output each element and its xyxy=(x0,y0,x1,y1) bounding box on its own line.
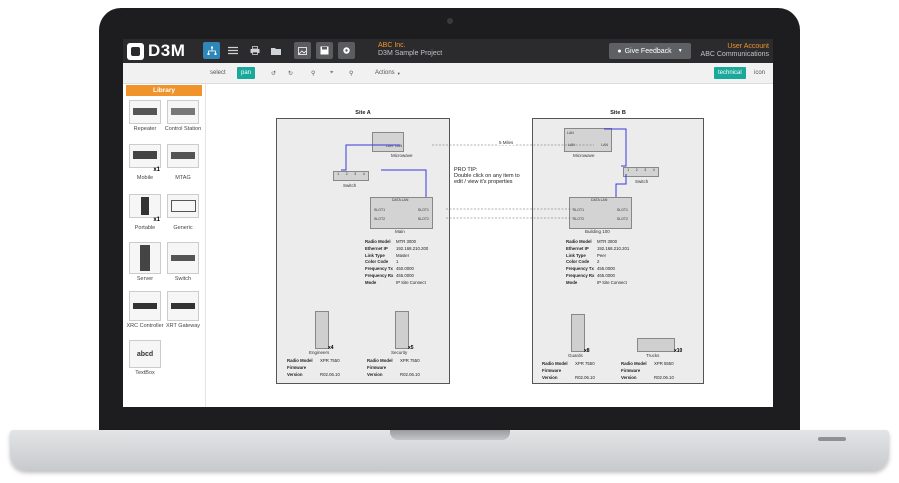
portable-icon: x1 xyxy=(129,194,161,223)
library-item-repeater[interactable]: Repeater xyxy=(126,100,164,132)
library-item-generic[interactable]: Generic xyxy=(164,194,202,231)
library-item-label: TextBox xyxy=(135,370,155,376)
company-name: ABC Inc. xyxy=(378,42,406,49)
select-tool[interactable]: select xyxy=(210,67,226,79)
library-item-mtag[interactable]: MTAG xyxy=(164,144,202,181)
save-icon[interactable] xyxy=(316,42,333,59)
mobile-icon: x1 xyxy=(129,144,161,173)
library-sidebar: Library Repeater Control Station x1 Mobi… xyxy=(123,84,206,407)
library-item-label: XRC Controller xyxy=(126,323,164,329)
caret-down-icon: ▼ xyxy=(396,70,401,76)
caret-down-icon: ▼ xyxy=(677,48,683,54)
laptop-indicator xyxy=(818,437,846,441)
feedback-label: Give Feedback xyxy=(624,47,672,55)
xrc-controller-icon xyxy=(129,291,161,321)
library-item-label: Repeater xyxy=(133,126,157,132)
library-item-label: Generic xyxy=(173,225,193,231)
zoom-out-icon[interactable]: ⚲ xyxy=(349,67,353,79)
pro-tip: PRO TIP: Double click on any item to edi… xyxy=(454,167,532,185)
logo-icon xyxy=(127,42,144,60)
repeater-icon xyxy=(129,100,161,124)
laptop-notch xyxy=(390,430,510,440)
image-icon[interactable] xyxy=(294,42,311,59)
app-logo[interactable]: D3M xyxy=(127,41,185,61)
mtag-icon xyxy=(167,144,199,168)
library-item-label: XRT Gateway xyxy=(165,323,201,329)
library-item-label: Control Station xyxy=(164,126,202,132)
redo-icon[interactable]: ↻ xyxy=(288,67,293,79)
user-account-menu[interactable]: User Account ABC Communications xyxy=(701,43,769,59)
network-view-icon[interactable] xyxy=(203,42,220,59)
textbox-icon: abcd xyxy=(129,340,161,368)
actions-menu[interactable]: Actions ▼ xyxy=(375,67,401,79)
mobile-count: x1 xyxy=(153,167,160,173)
library-item-label: Mobile xyxy=(136,175,154,181)
library-item-mobile[interactable]: x1 Mobile xyxy=(126,144,164,181)
top-navbar: D3M ABC Inc. D3M Sample Project ● Give F… xyxy=(123,39,773,63)
pan-tool[interactable]: pan xyxy=(237,67,256,79)
library-item-label: Portable xyxy=(134,225,156,231)
link-distance-label: 5 Miles xyxy=(497,140,516,145)
library-item-portable[interactable]: x1 Portable xyxy=(126,194,164,231)
technical-view-toggle[interactable]: technical xyxy=(714,67,746,79)
library-item-label: Server xyxy=(136,276,154,282)
user-account-label: User Account xyxy=(727,43,769,50)
zoom-fit-icon[interactable]: ⌖ xyxy=(330,67,333,79)
logo-text: D3M xyxy=(148,41,186,60)
settings-icon[interactable] xyxy=(338,42,355,59)
pro-tip-line: edit / view it's properties xyxy=(454,179,513,185)
undo-icon[interactable]: ↺ xyxy=(271,67,276,79)
portable-count: x1 xyxy=(153,217,160,223)
library-item-server[interactable]: Server xyxy=(126,242,164,282)
folder-icon[interactable] xyxy=(267,42,284,59)
library-item-xrt-gateway[interactable]: XRT Gateway xyxy=(164,291,202,329)
library-item-textbox[interactable]: abcd TextBox xyxy=(126,340,164,376)
camera-icon xyxy=(447,18,453,24)
library-item-control-station[interactable]: Control Station xyxy=(164,100,202,132)
diagram-canvas[interactable]: Site A LAN LAN Microwave 1 2 3 4 Switch … xyxy=(206,84,773,407)
actions-label: Actions xyxy=(375,70,395,76)
switch-icon xyxy=(167,242,199,274)
project-info: ABC Inc. D3M Sample Project xyxy=(378,42,442,58)
connection-lines xyxy=(341,128,627,219)
user-company-label: ABC Communications xyxy=(700,51,769,58)
project-name: D3M Sample Project xyxy=(378,50,443,57)
canvas-toolbar: select pan ↺ ↻ ⚲ ⌖ ⚲ Actions ▼ technical… xyxy=(123,63,773,84)
library-item-switch[interactable]: Switch xyxy=(164,242,202,282)
server-icon xyxy=(129,242,161,274)
print-icon[interactable] xyxy=(246,42,263,59)
zoom-in-icon[interactable]: ⚲ xyxy=(311,67,315,79)
icon-view-toggle[interactable]: icon xyxy=(754,67,765,79)
library-item-label: Switch xyxy=(174,276,192,282)
chat-icon: ● xyxy=(617,47,622,55)
library-item-label: MTAG xyxy=(175,175,191,181)
app-screen: D3M ABC Inc. D3M Sample Project ● Give F… xyxy=(123,39,773,407)
give-feedback-button[interactable]: ● Give Feedback ▼ xyxy=(609,43,691,59)
list-view-icon[interactable] xyxy=(224,42,241,59)
library-title: Library xyxy=(126,85,202,96)
control-station-icon xyxy=(167,100,199,124)
xrt-gateway-icon xyxy=(167,291,199,321)
library-item-xrc-controller[interactable]: XRC Controller xyxy=(126,291,164,329)
generic-icon xyxy=(167,194,199,218)
